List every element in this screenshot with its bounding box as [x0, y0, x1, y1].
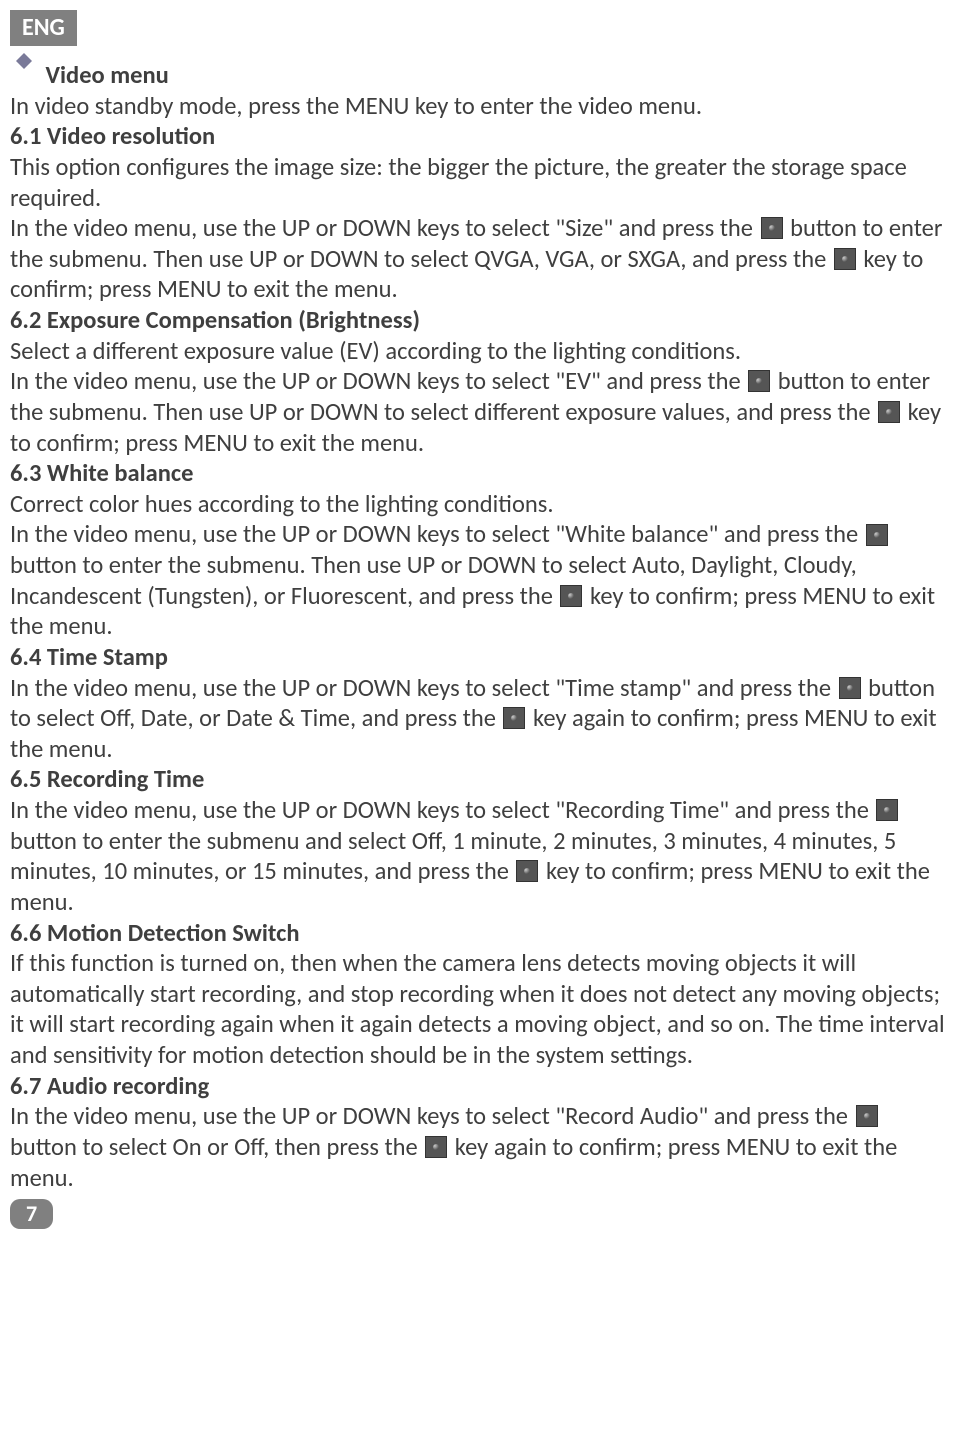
manual-page: ENG Video menu In video standby mode, pr… — [0, 0, 960, 1239]
text-fragment: In the video menu, use the UP or DOWN ke… — [10, 673, 837, 703]
subsection-6-2-steps: In the video menu, use the UP or DOWN ke… — [10, 366, 950, 458]
subsection-6-2-desc: Select a different exposure value (EV) a… — [10, 336, 950, 367]
subsection-6-3-desc: Correct color hues according to the ligh… — [10, 489, 950, 520]
subsection-6-6-title: 6.6 Motion Detection Switch — [10, 918, 950, 949]
ok-key-icon — [503, 707, 525, 729]
ok-key-icon — [748, 370, 770, 392]
language-tab: ENG — [10, 10, 77, 46]
text-fragment: In the video menu, use the UP or DOWN ke… — [10, 795, 874, 825]
subsection-6-7-steps: In the video menu, use the UP or DOWN ke… — [10, 1101, 950, 1193]
subsection-6-6-desc: If this function is turned on, then when… — [10, 948, 950, 1071]
subsection-6-1-title: 6.1 Video resolution — [10, 121, 950, 152]
text-fragment: In the video menu, use the UP or DOWN ke… — [10, 519, 864, 549]
subsection-6-3-steps: In the video menu, use the UP or DOWN ke… — [10, 519, 950, 642]
subsection-6-1-desc: This option configures the image size: t… — [10, 152, 950, 213]
text-fragment: In the video menu, use the UP or DOWN ke… — [10, 1101, 854, 1131]
subsection-6-5-steps: In the video menu, use the UP or DOWN ke… — [10, 795, 950, 918]
subsection-6-1-steps: In the video menu, use the UP or DOWN ke… — [10, 213, 950, 305]
ok-key-icon — [876, 799, 898, 821]
subsection-6-3-title: 6.3 White balance — [10, 458, 950, 489]
subsection-6-5-title: 6.5 Recording Time — [10, 764, 950, 795]
section-title: Video menu — [46, 60, 169, 90]
subsection-6-2-title: 6.2 Exposure Compensation (Brightness) — [10, 305, 950, 336]
subsection-6-4-steps: In the video menu, use the UP or DOWN ke… — [10, 673, 950, 765]
ok-key-icon — [834, 248, 856, 270]
text-fragment: In the video menu, use the UP or DOWN ke… — [10, 213, 759, 243]
ok-key-icon — [761, 217, 783, 239]
ok-key-icon — [839, 677, 861, 699]
intro-text: In video standby mode, press the MENU ke… — [10, 91, 950, 122]
ok-key-icon — [866, 524, 888, 546]
text-fragment: button to select On or Off, then press t… — [10, 1132, 423, 1162]
ok-key-icon — [878, 401, 900, 423]
diamond-bullet-icon — [16, 53, 32, 69]
subsection-6-4-title: 6.4 Time Stamp — [10, 642, 950, 673]
ok-key-icon — [560, 585, 582, 607]
ok-key-icon — [516, 860, 538, 882]
ok-key-icon — [856, 1105, 878, 1127]
page-number: 7 — [10, 1199, 53, 1229]
section-header: Video menu — [10, 60, 950, 91]
text-fragment: In the video menu, use the UP or DOWN ke… — [10, 366, 746, 396]
subsection-6-7-title: 6.7 Audio recording — [10, 1071, 950, 1102]
ok-key-icon — [425, 1136, 447, 1158]
